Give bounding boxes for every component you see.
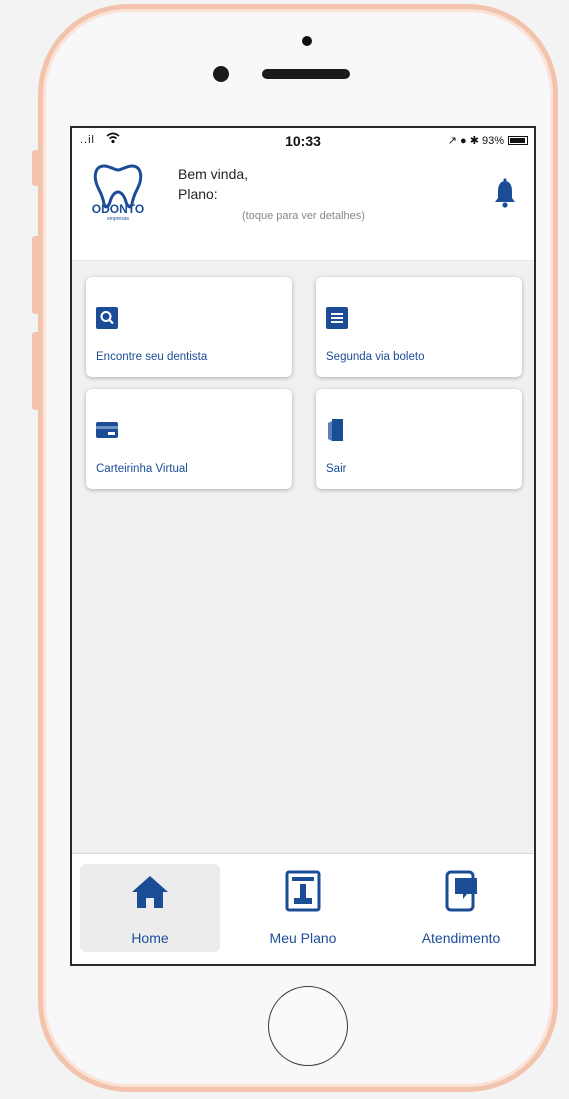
- logo-text: ODONTO: [91, 202, 145, 216]
- boleto-label: Segunda via boleto: [326, 351, 425, 363]
- virtual-card-label: Carteirinha Virtual: [96, 463, 188, 475]
- app-header: ODONTO empresas Bem vinda, Plano: (toque…: [72, 154, 534, 260]
- app-screen: ..il 10:33 ↗ ● ✱ 93% ODONTO empresas Bem…: [70, 126, 536, 966]
- content-area: Encontre seu dentista Segunda via boleto…: [72, 260, 534, 857]
- home-icon: [132, 876, 168, 908]
- bell-icon[interactable]: [494, 178, 516, 208]
- card-icon: [96, 422, 118, 438]
- boleto-card[interactable]: Segunda via boleto: [316, 277, 522, 377]
- tab-atendimento[interactable]: Atendimento: [388, 864, 534, 952]
- sensor-dot: [302, 36, 312, 46]
- tab-meu-plano-label: Meu Plano: [269, 930, 337, 946]
- logout-label: Sair: [326, 463, 347, 475]
- details-hint[interactable]: (toque para ver detalhes): [242, 210, 365, 222]
- earpiece-speaker: [262, 69, 350, 79]
- status-bar: ..il 10:33 ↗ ● ✱ 93%: [72, 128, 534, 154]
- front-camera: [213, 66, 229, 82]
- tab-home-label: Home: [131, 930, 169, 946]
- greeting[interactable]: Bem vinda, Plano:: [178, 164, 248, 204]
- find-dentist-label: Encontre seu dentista: [96, 351, 208, 363]
- greeting-line-2: Plano:: [178, 186, 218, 202]
- virtual-card-card[interactable]: Carteirinha Virtual: [86, 389, 292, 489]
- door-exit-icon: [328, 419, 343, 441]
- plan-icon: [285, 870, 321, 912]
- greeting-line-1: Bem vinda,: [178, 166, 249, 182]
- search-icon: [96, 307, 118, 329]
- bottom-tab-bar: Home Meu Plano Atendimento: [72, 853, 534, 964]
- document-icon: [326, 307, 348, 329]
- status-indicators: ↗ ● ✱ 93%: [447, 135, 504, 147]
- tab-home[interactable]: Home: [80, 864, 220, 952]
- logo-subtext: empresas: [107, 216, 129, 222]
- logout-card[interactable]: Sair: [316, 389, 522, 489]
- device-home-button[interactable]: [268, 986, 348, 1066]
- find-dentist-card[interactable]: Encontre seu dentista: [86, 277, 292, 377]
- battery-icon: [508, 136, 528, 145]
- chat-phone-icon: [445, 870, 477, 912]
- tab-atendimento-label: Atendimento: [421, 930, 501, 946]
- tab-meu-plano[interactable]: Meu Plano: [238, 864, 368, 952]
